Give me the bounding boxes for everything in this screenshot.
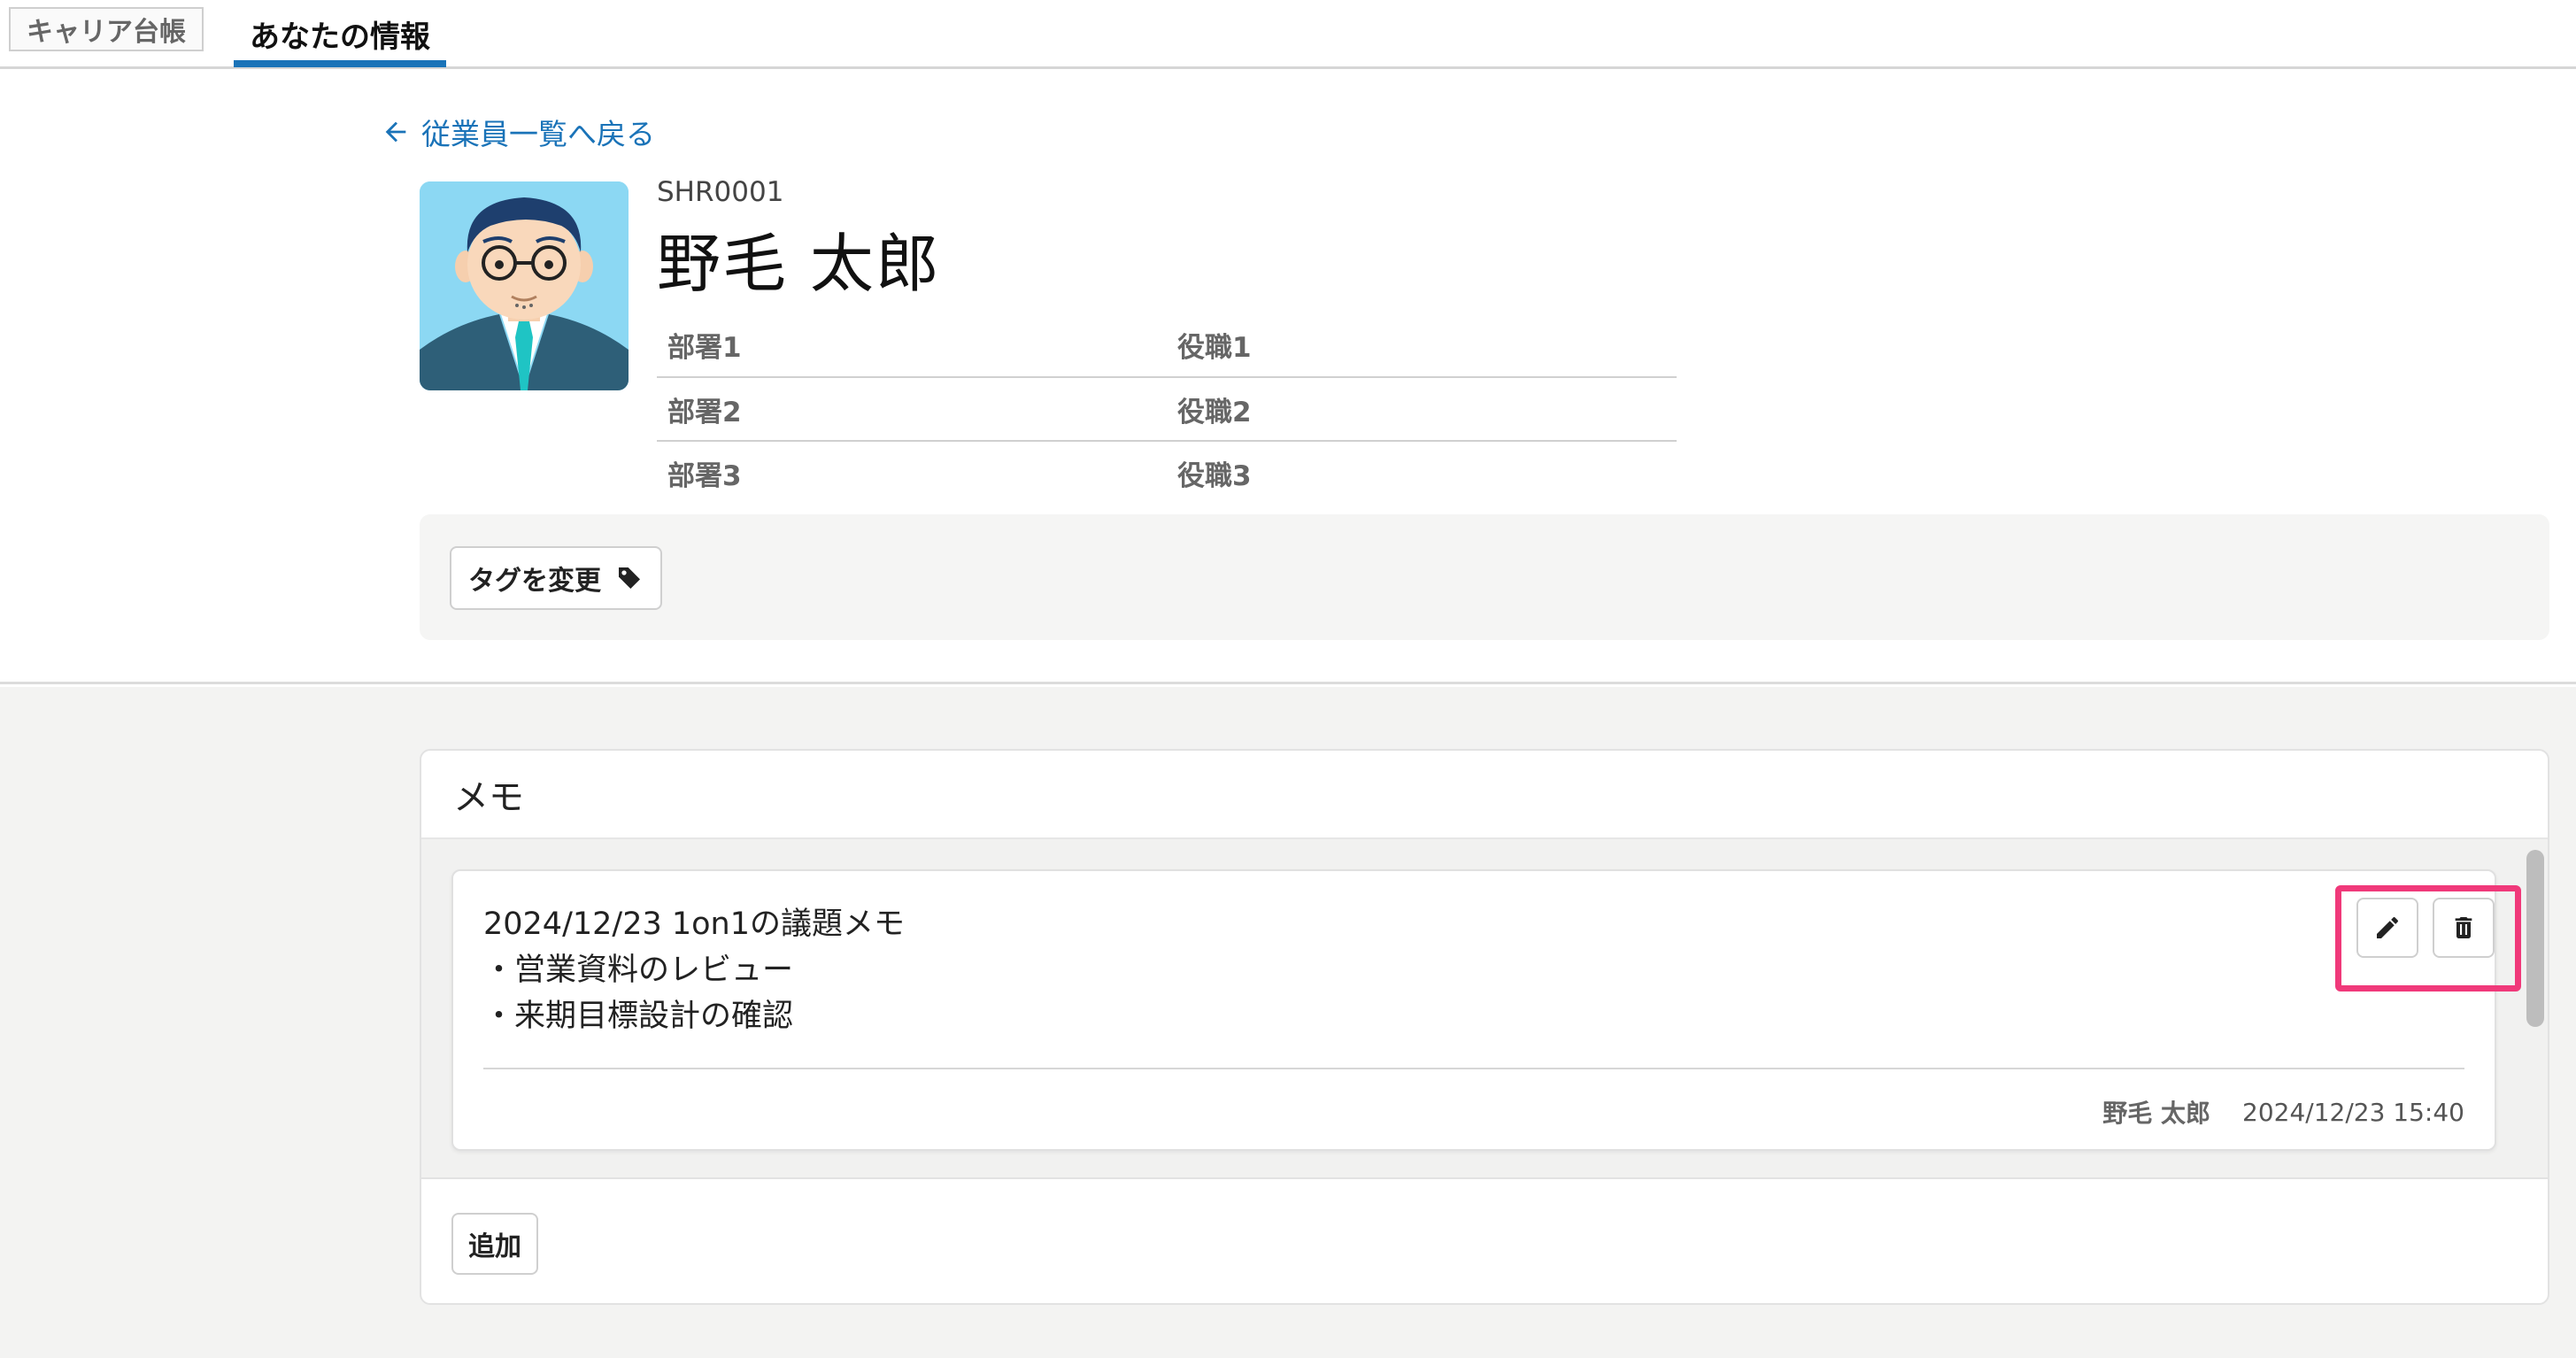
department-role-row: 部署1 役職1 (657, 312, 1677, 376)
back-link-label: 従業員一覧へ戻る (421, 117, 655, 151)
role-cell: 役職1 (1177, 331, 1252, 364)
delete-memo-button[interactable] (2433, 898, 2495, 958)
memo-line: ・来期目標設計の確認 (483, 999, 794, 1034)
arrow-left-icon (385, 121, 406, 143)
memo-title: メモ (421, 751, 2548, 839)
memo-section: メモ 2024/12/23 1on1の議題メモ ・営業資料のレビュー ・来期目標… (0, 687, 2576, 1358)
department-role-row: 部署2 役職2 (657, 376, 1677, 440)
tag-icon (619, 567, 640, 589)
memo-meta: 野毛 太郎 2024/12/23 15:40 (2102, 1094, 2464, 1130)
memo-content: 2024/12/23 1on1の議題メモ ・営業資料のレビュー ・来期目標設計の… (483, 901, 905, 1039)
department-role-row: 部署3 役職3 (657, 440, 1677, 504)
trash-icon (2455, 917, 2472, 938)
department-cell: 部署2 (667, 396, 742, 428)
employee-name: 野毛 太郎 (657, 227, 941, 301)
memo-divider (483, 1068, 2464, 1069)
department-cell: 部署3 (667, 459, 742, 492)
edit-memo-button[interactable] (2356, 898, 2418, 958)
memo-author: 野毛 太郎 (2102, 1099, 2211, 1128)
role-cell: 役職3 (1177, 459, 1252, 492)
memo-line: 2024/12/23 1on1の議題メモ (483, 907, 905, 942)
memo-card: メモ 2024/12/23 1on1の議題メモ ・営業資料のレビュー ・来期目標… (420, 749, 2549, 1305)
memo-list: 2024/12/23 1on1の議題メモ ・営業資料のレビュー ・来期目標設計の… (421, 839, 2548, 1179)
memo-line: ・営業資料のレビュー (483, 953, 794, 988)
add-memo-button[interactable]: 追加 (451, 1213, 538, 1275)
memo-item: 2024/12/23 1on1の議題メモ ・営業資料のレビュー ・来期目標設計の… (451, 869, 2521, 1151)
employee-code: SHR0001 (657, 176, 784, 208)
tag-panel: タグを変更 (420, 514, 2549, 640)
change-tags-button[interactable]: タグを変更 (450, 546, 662, 610)
top-tab-bar: キャリア台帳 あなたの情報 (0, 0, 2576, 69)
tab-career-ledger[interactable]: キャリア台帳 (9, 7, 204, 51)
back-to-employee-list-link[interactable]: 従業員一覧へ戻る (381, 111, 655, 153)
change-tags-label: タグを変更 (468, 566, 601, 597)
employee-avatar (420, 181, 629, 390)
department-cell: 部署1 (667, 331, 742, 364)
department-role-table: 部署1 役職1 部署2 役職2 部署3 役職3 (657, 312, 1677, 504)
tab-your-info[interactable]: あなたの情報 (234, 4, 446, 67)
memo-timestamp: 2024/12/23 15:40 (2242, 1097, 2464, 1127)
pencil-icon (2377, 917, 2398, 938)
profile-section: 従業員一覧へ戻る SHR0001 野毛 太郎 部署1 役職1 部署2 役職2 部… (0, 72, 2576, 684)
memo-list-scrollbar[interactable] (2526, 850, 2544, 1027)
avatar-illustration (420, 181, 629, 390)
role-cell: 役職2 (1177, 396, 1252, 428)
